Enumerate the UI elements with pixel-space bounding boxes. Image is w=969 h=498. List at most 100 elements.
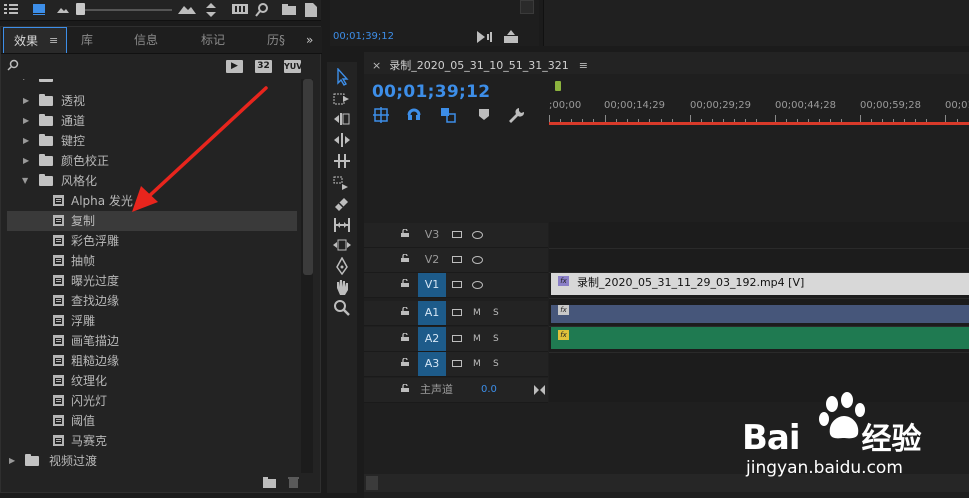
effects-scroll-thumb[interactable] <box>303 79 313 275</box>
eye-icon[interactable] <box>472 256 483 264</box>
new-bin-icon[interactable] <box>282 3 296 15</box>
lock-icon[interactable] <box>401 229 409 237</box>
monitor-scroll-box[interactable] <box>520 0 534 14</box>
tree-folder-video-transitions[interactable]: ▶ 视频过渡 <box>7 451 297 471</box>
mute-button[interactable]: M <box>473 327 481 351</box>
toggle-sync-lock-icon[interactable] <box>452 281 462 288</box>
expand-arrow-icon[interactable]: ▶ <box>23 111 29 131</box>
lock-icon[interactable] <box>401 279 409 287</box>
storyboard-icon[interactable] <box>232 3 248 15</box>
zoom-tool-icon[interactable] <box>332 299 352 317</box>
slide-tool-icon[interactable] <box>332 236 352 254</box>
tree-effect-alpha-glow[interactable]: Alpha 发光 <box>7 191 297 211</box>
play-audio-icon[interactable] <box>477 31 493 43</box>
nest-icon[interactable] <box>373 107 389 123</box>
video-clip-v1[interactable]: fx 录制_2020_05_31_11_29_03_192.mp4 [V] <box>551 273 969 295</box>
tree-effect-strobe-light[interactable]: 闪光灯 <box>7 391 297 411</box>
master-volume-value[interactable]: 0.0 <box>481 378 497 402</box>
tree-effect-find-edges[interactable]: 查找边缘 <box>7 291 297 311</box>
track-name-v2[interactable]: V2 <box>418 248 446 272</box>
go-to-edge-icon[interactable] <box>534 385 545 395</box>
icon-view-icon[interactable] <box>33 3 45 15</box>
accelerated-effects-filter-icon[interactable]: ▶ <box>226 60 243 73</box>
track-name-a1[interactable]: A1 <box>418 301 446 325</box>
tree-effect-brush-strokes[interactable]: 画笔描边 <box>7 331 297 351</box>
collapse-arrow-icon[interactable]: ▼ <box>22 171 28 191</box>
new-item-icon[interactable] <box>305 3 317 17</box>
timeline-timecode[interactable]: 00;01;39;12 <box>372 82 490 102</box>
new-custom-bin-icon[interactable] <box>263 477 276 488</box>
export-frame-icon[interactable] <box>504 30 518 43</box>
tab-effects[interactable]: 效果 ≡ <box>3 27 67 53</box>
work-area-bar[interactable] <box>549 122 969 125</box>
zoom-slider-track[interactable] <box>80 9 172 11</box>
expand-arrow-icon[interactable]: ▶ <box>23 91 29 111</box>
eye-icon[interactable] <box>472 231 483 239</box>
search-icon[interactable] <box>255 3 269 17</box>
toggle-sync-lock-icon[interactable] <box>452 256 462 263</box>
tree-folder-perspective[interactable]: ▶ 透视 <box>7 91 297 111</box>
add-marker-icon[interactable] <box>479 109 489 121</box>
tree-folder-channel[interactable]: ▶ 通道 <box>7 111 297 131</box>
close-icon[interactable]: × <box>372 59 381 72</box>
toggle-sync-lock-icon[interactable] <box>452 335 462 342</box>
32bit-filter-badge[interactable]: 32 <box>255 60 272 73</box>
tree-effect-strobe-frames[interactable]: 抽帧 <box>7 251 297 271</box>
tab-info[interactable]: 信息 <box>134 27 158 53</box>
tree-effect-texturize[interactable]: 纹理化 <box>7 371 297 391</box>
lock-icon[interactable] <box>401 358 409 366</box>
mute-button[interactable]: M <box>473 352 481 376</box>
razor-tool-icon[interactable] <box>332 195 352 213</box>
hand-tool-icon[interactable] <box>332 278 352 296</box>
tree-effect-roughen-edges[interactable]: 粗糙边缘 <box>7 351 297 371</box>
mute-button[interactable]: M <box>473 301 481 325</box>
tree-effect-threshold[interactable]: 阈值 <box>7 411 297 431</box>
tree-effect-replicate[interactable]: 复制 <box>7 211 297 231</box>
slip-tool-icon[interactable] <box>332 216 352 234</box>
audio-clip-a1[interactable]: fx <box>551 305 969 323</box>
rate-stretch-icon[interactable] <box>332 152 352 170</box>
track-select-dashed-icon[interactable] <box>332 174 352 192</box>
tree-folder-keying[interactable]: ▶ 键控 <box>7 131 297 151</box>
monitor-timecode[interactable]: 00;01;39;12 <box>333 31 394 42</box>
tree-effect-solarize[interactable]: 曝光过度 <box>7 271 297 291</box>
yuv-filter-badge[interactable]: YUV <box>284 60 302 73</box>
sequence-tab[interactable]: × 录制_2020_05_31_10_51_31_321 ≡ <box>372 57 588 73</box>
tree-folder-stylize[interactable]: ▼ 风格化 <box>7 171 297 191</box>
rolling-edit-icon[interactable] <box>332 131 352 149</box>
lock-icon[interactable] <box>401 384 409 392</box>
wrench-icon[interactable] <box>508 107 524 123</box>
track-name-a2[interactable]: A2 <box>418 327 446 351</box>
toggle-sync-lock-icon[interactable] <box>452 309 462 316</box>
toggle-sync-lock-icon[interactable] <box>452 360 462 367</box>
track-name-a3[interactable]: A3 <box>418 352 446 376</box>
double-chevron-right-icon[interactable]: » <box>306 27 313 53</box>
tree-effect-color-emboss[interactable]: 彩色浮雕 <box>7 231 297 251</box>
lock-icon[interactable] <box>401 307 409 315</box>
track-select-forward-icon[interactable] <box>332 90 352 108</box>
expand-arrow-icon[interactable]: ▶ <box>9 451 15 471</box>
solo-button[interactable]: S <box>493 352 499 376</box>
track-name-v1[interactable]: V1 <box>418 273 446 297</box>
hamburger-icon[interactable]: ≡ <box>579 59 588 72</box>
tab-history[interactable]: 历§ <box>267 27 285 53</box>
tab-library[interactable]: 库 <box>81 27 93 53</box>
pen-tool-icon[interactable] <box>332 257 352 275</box>
hamburger-icon[interactable]: ≡ <box>49 28 58 54</box>
expand-arrow-icon[interactable]: ▶ <box>23 151 29 171</box>
expand-arrow-icon[interactable]: ▶ <box>23 131 29 151</box>
tab-markers[interactable]: 标记 <box>201 27 225 53</box>
tree-folder-partial[interactable]: ▶ <box>7 79 297 87</box>
trash-icon[interactable] <box>288 476 299 488</box>
eye-icon[interactable] <box>472 281 483 289</box>
lock-icon[interactable] <box>401 254 409 262</box>
list-view-icon[interactable] <box>4 3 18 15</box>
tree-effect-mosaic[interactable]: 马赛克 <box>7 431 297 451</box>
audio-clip-a2[interactable]: fx <box>551 327 969 349</box>
lock-icon[interactable] <box>401 333 409 341</box>
playhead-handle[interactable] <box>555 81 561 91</box>
solo-button[interactable]: S <box>493 301 499 325</box>
sort-icon[interactable] <box>206 3 216 17</box>
linked-selection-icon[interactable] <box>440 107 456 123</box>
timeline-scroll-thumb[interactable] <box>366 476 378 490</box>
